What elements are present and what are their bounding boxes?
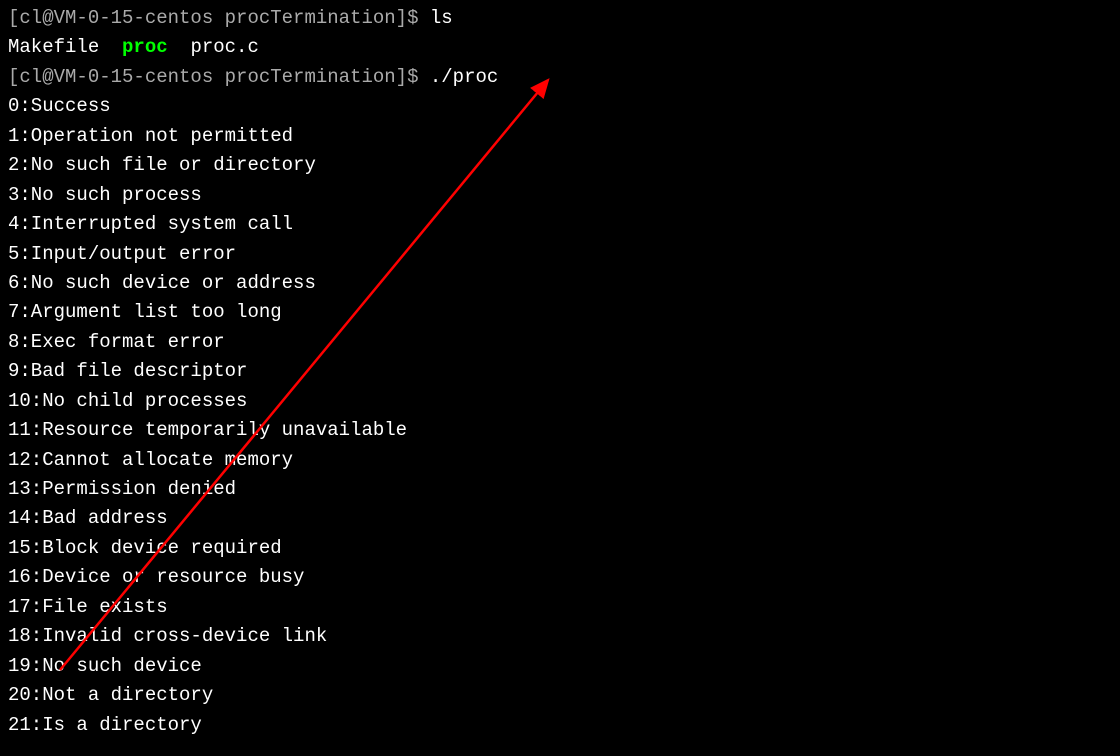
error-line-5: 5:Input/output error	[8, 240, 1112, 269]
ls-file-makefile: Makefile	[8, 36, 122, 58]
error-line-15: 15:Block device required	[8, 534, 1112, 563]
error-line-16: 16:Device or resource busy	[8, 563, 1112, 592]
command-run-proc: ./proc	[430, 66, 498, 88]
error-line-10: 10:No child processes	[8, 387, 1112, 416]
error-line-3: 3:No such process	[8, 181, 1112, 210]
error-line-17: 17:File exists	[8, 593, 1112, 622]
error-line-6: 6:No such device or address	[8, 269, 1112, 298]
error-line-1: 1:Operation not permitted	[8, 122, 1112, 151]
error-line-19: 19:No such device	[8, 652, 1112, 681]
error-line-11: 11:Resource temporarily unavailable	[8, 416, 1112, 445]
shell-prompt: [cl@VM-0-15-centos procTermination]$	[8, 7, 430, 29]
error-line-14: 14:Bad address	[8, 504, 1112, 533]
error-line-2: 2:No such file or directory	[8, 151, 1112, 180]
error-line-20: 20:Not a directory	[8, 681, 1112, 710]
command-ls: ls	[430, 7, 453, 29]
error-line-18: 18:Invalid cross-device link	[8, 622, 1112, 651]
program-output: 0:Success1:Operation not permitted2:No s…	[8, 92, 1112, 740]
error-line-21: 21:Is a directory	[8, 711, 1112, 740]
ls-output-line: Makefile proc proc.c	[8, 33, 1112, 62]
error-line-8: 8:Exec format error	[8, 328, 1112, 357]
error-line-4: 4:Interrupted system call	[8, 210, 1112, 239]
error-line-7: 7:Argument list too long	[8, 298, 1112, 327]
error-line-9: 9:Bad file descriptor	[8, 357, 1112, 386]
prompt-line-1: [cl@VM-0-15-centos procTermination]$ ls	[8, 4, 1112, 33]
ls-file-proc-exec: proc	[122, 36, 168, 58]
error-line-0: 0:Success	[8, 92, 1112, 121]
ls-file-proc-c: proc.c	[168, 36, 259, 58]
shell-prompt: [cl@VM-0-15-centos procTermination]$	[8, 66, 430, 88]
error-line-13: 13:Permission denied	[8, 475, 1112, 504]
error-line-12: 12:Cannot allocate memory	[8, 446, 1112, 475]
prompt-line-2: [cl@VM-0-15-centos procTermination]$ ./p…	[8, 63, 1112, 92]
